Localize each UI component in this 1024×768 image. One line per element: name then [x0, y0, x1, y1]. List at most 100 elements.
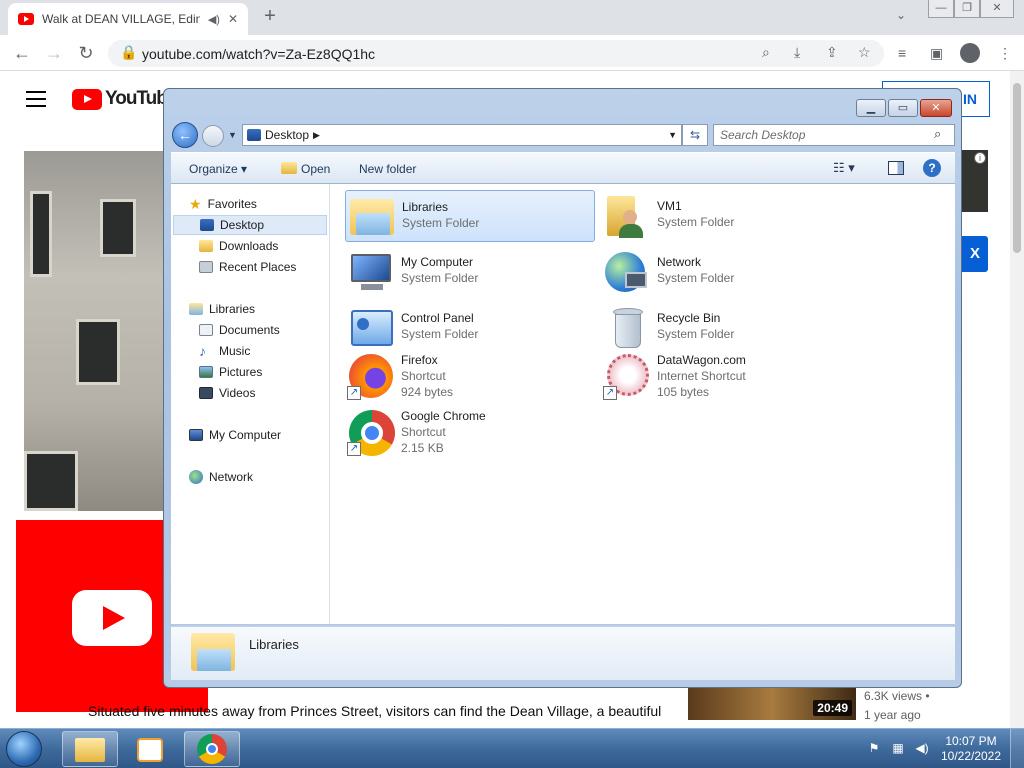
- file-item-firefox[interactable]: ↗ Firefox Shortcut 924 bytes: [345, 350, 595, 404]
- new-folder-button[interactable]: New folder: [359, 162, 416, 176]
- browser-toolbar: ← → ↻ 🔒 youtube.com/watch?v=Za-Ez8QQ1hc …: [0, 35, 1024, 71]
- address-dropdown-icon[interactable]: ▼: [668, 130, 677, 140]
- file-item-datawagon[interactable]: ↗ DataWagon.com Internet Shortcut 105 by…: [601, 350, 851, 404]
- related-video-thumbnail[interactable]: 20:49: [688, 683, 856, 720]
- reload-icon[interactable]: ↻: [74, 41, 98, 65]
- video-player[interactable]: [24, 151, 164, 511]
- related-views: 6.3K views •: [864, 689, 930, 703]
- window-minimize-button[interactable]: —: [928, 0, 954, 18]
- info-icon[interactable]: i: [974, 152, 986, 164]
- chrome-icon: ↗: [347, 408, 395, 456]
- item-type: System Folder: [657, 327, 735, 341]
- taskbar-media-player-button[interactable]: [122, 731, 178, 767]
- back-arrow-icon[interactable]: ←: [10, 41, 34, 65]
- youtube-logo[interactable]: YouTube: [72, 88, 177, 110]
- browser-tab[interactable]: Walk at DEAN VILLAGE, Edin ◀) ✕: [8, 3, 248, 35]
- nav-favorites[interactable]: ★ Favorites: [189, 194, 257, 214]
- tab-close-icon[interactable]: ✕: [228, 12, 238, 26]
- nav-desktop[interactable]: Desktop: [173, 215, 327, 235]
- refresh-icon[interactable]: ⇆: [682, 124, 708, 146]
- nav-libraries[interactable]: Libraries: [189, 299, 255, 319]
- browser-tabstrip: Walk at DEAN VILLAGE, Edin ◀) ✕ + ⌄ — ❐ …: [0, 0, 1024, 35]
- building-window-image: [24, 451, 78, 511]
- nav-pictures[interactable]: Pictures: [199, 362, 262, 382]
- browser-menu-icon[interactable]: ⋮: [998, 45, 1012, 62]
- open-folder-icon: [281, 162, 297, 174]
- pictures-icon: [199, 366, 213, 378]
- window-restore-button[interactable]: ❐: [954, 0, 980, 18]
- file-item-vm1[interactable]: VM1 System Folder: [601, 190, 851, 242]
- clock-date: 10/22/2022: [940, 749, 1002, 763]
- media-control-icon[interactable]: ≡: [898, 45, 906, 61]
- window-close-button[interactable]: ✕: [980, 0, 1014, 18]
- breadcrumb-arrow-icon[interactable]: ▶: [313, 130, 320, 141]
- system-clock[interactable]: 10:07 PM 10/22/2022: [940, 734, 1002, 764]
- item-type: Shortcut: [401, 369, 446, 383]
- explorer-back-arrow-icon[interactable]: ←: [172, 122, 198, 148]
- nav-recent-places[interactable]: Recent Places: [199, 257, 296, 277]
- organize-menu[interactable]: Organize ▾: [189, 162, 247, 176]
- hamburger-menu-icon[interactable]: [26, 91, 46, 107]
- help-icon[interactable]: ?: [923, 159, 941, 177]
- share-icon[interactable]: ⇪: [826, 44, 838, 61]
- youtube-play-button-icon[interactable]: [72, 590, 152, 646]
- address-bar[interactable]: 🔒 youtube.com/watch?v=Za-Ez8QQ1hc ⌕ ⤓ ⇪ …: [108, 40, 884, 67]
- breadcrumb[interactable]: Desktop ▶ ▼: [242, 124, 682, 146]
- file-item-control-panel[interactable]: Control Panel System Folder: [345, 302, 595, 354]
- item-name: Google Chrome: [401, 409, 486, 423]
- page-scrollbar[interactable]: [1010, 71, 1024, 728]
- nav-label: Pictures: [219, 365, 263, 379]
- explorer-maximize-button[interactable]: ▭: [888, 99, 918, 117]
- zoom-search-icon[interactable]: ⌕: [762, 44, 770, 61]
- file-item-recycle-bin[interactable]: Recycle Bin System Folder: [601, 302, 851, 354]
- recycle-bin-icon: [603, 304, 651, 352]
- nav-label: Music: [219, 344, 251, 358]
- scrollbar-thumb[interactable]: [1013, 83, 1021, 253]
- volume-icon[interactable]: ◀): [914, 741, 930, 755]
- audio-playing-icon[interactable]: ◀): [208, 13, 220, 26]
- lock-icon[interactable]: 🔒: [120, 44, 137, 61]
- file-item-libraries[interactable]: Libraries System Folder: [345, 190, 595, 242]
- explorer-close-button[interactable]: ✕: [920, 99, 952, 117]
- nav-documents[interactable]: Documents: [199, 320, 280, 340]
- item-name: Network: [657, 255, 702, 269]
- install-app-icon[interactable]: ⤓: [794, 44, 800, 61]
- search-icon[interactable]: ⌕: [934, 126, 941, 142]
- nav-label: Downloads: [219, 239, 279, 253]
- user-folder-icon: [603, 192, 651, 240]
- nav-videos[interactable]: Videos: [199, 383, 255, 403]
- item-name: Control Panel: [401, 311, 474, 325]
- action-center-flag-icon[interactable]: ⚑: [866, 741, 882, 755]
- explorer-forward-arrow-icon[interactable]: [202, 125, 224, 147]
- search-input[interactable]: Search Desktop: [713, 124, 955, 146]
- nav-my-computer[interactable]: My Computer: [189, 425, 281, 445]
- recent-pages-chevron-icon[interactable]: ▼: [228, 130, 237, 140]
- nav-label: My Computer: [209, 428, 282, 442]
- forward-arrow-icon[interactable]: →: [42, 41, 66, 65]
- explorer-minimize-button[interactable]: ▁: [856, 99, 886, 117]
- taskbar-explorer-button[interactable]: [62, 731, 118, 767]
- nav-music[interactable]: ♪ Music: [199, 341, 250, 361]
- preview-pane-icon[interactable]: [888, 161, 904, 175]
- control-panel-icon: [347, 304, 395, 352]
- side-action-button[interactable]: X: [962, 236, 988, 272]
- nav-downloads[interactable]: Downloads: [199, 236, 278, 256]
- profile-avatar-icon[interactable]: [960, 43, 980, 63]
- side-panel-icon[interactable]: ▣: [930, 45, 943, 62]
- breadcrumb-desktop[interactable]: Desktop: [265, 128, 309, 142]
- start-button-windows-icon[interactable]: [6, 731, 42, 767]
- tab-search-chevron-icon[interactable]: ⌄: [896, 8, 906, 22]
- new-tab-button[interactable]: +: [258, 6, 282, 28]
- nav-network[interactable]: Network: [189, 467, 253, 487]
- network-status-icon[interactable]: ▦: [890, 741, 906, 755]
- file-item-google-chrome[interactable]: ↗ Google Chrome Shortcut 2.15 KB: [345, 406, 595, 460]
- bookmark-star-icon[interactable]: ☆: [858, 44, 871, 61]
- file-item-my-computer[interactable]: My Computer System Folder: [345, 246, 595, 298]
- item-name: Libraries: [402, 200, 449, 214]
- change-view-icon[interactable]: ☷ ▾: [833, 160, 855, 176]
- open-button[interactable]: Open: [301, 162, 330, 176]
- star-icon: ★: [189, 195, 202, 212]
- show-desktop-button[interactable]: [1010, 729, 1024, 768]
- taskbar-chrome-button[interactable]: [184, 731, 240, 767]
- file-item-network[interactable]: Network System Folder: [601, 246, 851, 298]
